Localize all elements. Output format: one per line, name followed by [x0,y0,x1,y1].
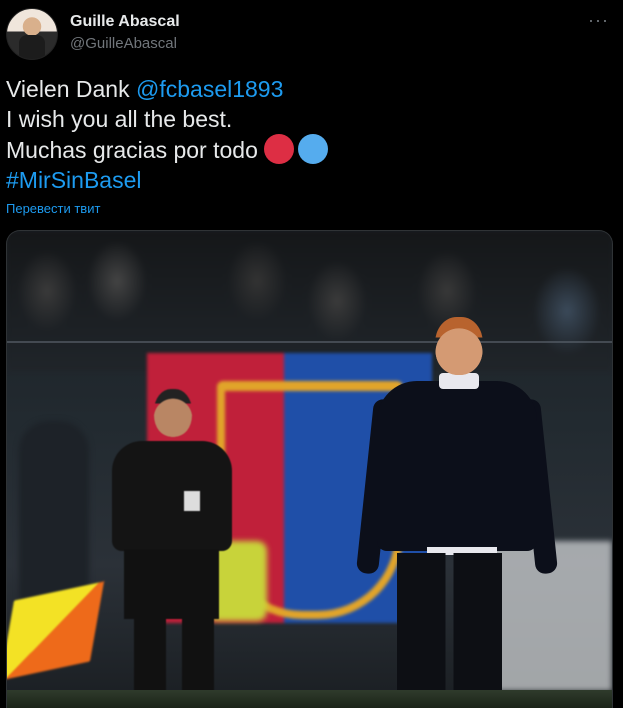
manager-body [377,381,537,551]
photo-pitch [7,690,612,708]
tweet-line-3-text: Muchas gracias por todo [6,137,258,163]
photo-manager [355,309,559,708]
translate-tweet-link[interactable]: Перевести твит [6,201,100,216]
referee-shorts [124,549,219,619]
tweet-line-4: #MirSinBasel [6,165,328,195]
mention-link[interactable]: @fcbasel1893 [136,76,283,102]
author-avatar[interactable] [6,8,58,60]
referee-badge [184,491,200,511]
more-options-icon[interactable]: ··· [588,10,609,31]
photo-referee [102,381,252,708]
referee-head [154,389,192,437]
manager-legs [397,553,502,708]
tweet-line-1-text: Vielen Dank [6,76,136,102]
tweet-header: Guille Abascal @GuilleAbascal ··· [6,6,615,62]
hashtag-link[interactable]: #MirSinBasel [6,167,142,193]
red-circle-emoji-icon [263,134,294,164]
tweet-photo[interactable] [6,230,613,708]
manager-collar [439,373,479,389]
author-handle[interactable]: @GuilleAbascal [70,35,177,52]
tweet-line-2: I wish you all the best. [6,106,233,132]
blue-circle-emoji-icon [297,134,328,164]
author-display-name[interactable]: Guille Abascal [70,13,180,31]
tweet-line-3: Muchas gracias por todo [6,134,328,165]
tweet-line-1: Vielen Dank @fcbasel1893 [6,74,328,104]
tweet-text: Vielen Dank @fcbasel1893 I wish you all … [6,74,328,195]
manager-head [435,317,483,375]
referee-body [112,441,232,551]
